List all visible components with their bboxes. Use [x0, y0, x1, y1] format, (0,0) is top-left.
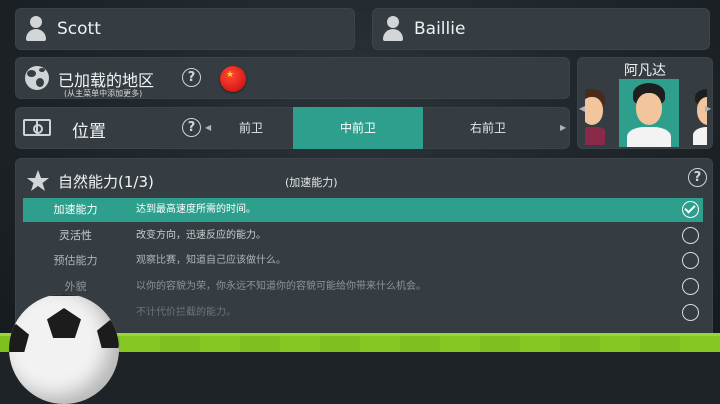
attribute-desc: 以你的容貌为荣，你永远不知道你的容貌可能给你带来什么机会。 — [136, 281, 426, 292]
first-name-field[interactable]: Scott — [15, 8, 355, 50]
globe-icon — [25, 66, 49, 90]
avatar-panel: 阿凡达 ◀ ▶ — [577, 57, 713, 149]
attribute-name: 灵活性 — [59, 229, 92, 242]
avatar-next-arrow[interactable]: ▶ — [705, 104, 711, 113]
star-icon — [27, 170, 49, 191]
attribute-row[interactable]: 灵活性 改变方向，迅速反应的能力。 — [23, 224, 703, 248]
attribute-desc: 观察比赛，知道自己应该做什么。 — [136, 255, 286, 266]
attributes-title: 自然能力(1/3) — [58, 173, 154, 191]
position-panel: 位置 ? ◀ 前卫 中前卫 右前卫 ▶ — [15, 107, 570, 149]
avatar-title: 阿凡达 — [624, 63, 666, 79]
region-subtitle: (从主菜单中添加更多) — [64, 89, 143, 98]
position-option-left-label: 前卫 — [238, 121, 263, 135]
region-help-icon[interactable]: ? — [182, 68, 201, 87]
position-option-right-label: 右前卫 — [469, 121, 506, 135]
attributes-current-hint: (加速能力) — [285, 176, 338, 189]
attribute-row[interactable]: 预估能力 观察比赛，知道自己应该做什么。 — [23, 249, 703, 273]
avatar-option-selected[interactable] — [619, 79, 679, 147]
pitch-icon — [23, 119, 51, 136]
soccer-ball-icon — [9, 294, 119, 404]
last-name-value: Baillie — [414, 19, 466, 39]
attribute-desc: 达到最高速度所需的时间。 — [136, 204, 256, 215]
position-next-arrow[interactable]: ▶ — [560, 123, 566, 132]
attribute-desc: 不计代价拦截的能力。 — [136, 307, 236, 318]
attribute-name: 加速能力 — [53, 203, 98, 216]
attributes-panel: 自然能力(1/3) (加速能力) ? 加速能力 达到最高速度所需的时间。 灵活性… — [15, 158, 713, 352]
position-option-left[interactable]: 前卫 — [211, 107, 291, 149]
region-panel: 已加载的地区 (从主菜单中添加更多) ? — [15, 57, 570, 99]
attribute-row[interactable]: 加速能力 达到最高速度所需的时间。 — [23, 198, 703, 222]
radio-circle-icon[interactable] — [682, 227, 699, 244]
checkmark-icon[interactable] — [682, 201, 699, 218]
position-title: 位置 — [72, 122, 106, 142]
last-name-field[interactable]: Baillie — [372, 8, 710, 50]
radio-circle-icon[interactable] — [682, 278, 699, 295]
attribute-desc: 改变方向，迅速反应的能力。 — [136, 230, 266, 241]
attribute-row[interactable]: 外貌 以你的容貌为荣，你永远不知道你的容貌可能给你带来什么机会。 — [23, 275, 703, 299]
position-help-icon[interactable]: ? — [182, 118, 201, 137]
person-icon — [25, 16, 47, 42]
attributes-help-icon[interactable]: ? — [688, 168, 707, 187]
position-option-right[interactable]: 右前卫 — [423, 107, 553, 149]
avatar-option-right[interactable] — [687, 89, 707, 145]
position-option-center[interactable]: 中前卫 — [293, 107, 423, 149]
attribute-row[interactable]: 不计代价拦截的能力。 — [23, 301, 703, 325]
avatar-option-left[interactable] — [585, 89, 605, 145]
first-name-value: Scott — [57, 19, 101, 39]
person-icon — [382, 16, 404, 42]
china-flag-icon[interactable]: ★ — [220, 66, 246, 92]
attribute-name: 预估能力 — [53, 254, 98, 267]
radio-circle-icon[interactable] — [682, 252, 699, 269]
radio-circle-icon[interactable] — [682, 304, 699, 321]
position-option-center-label: 中前卫 — [339, 121, 376, 135]
